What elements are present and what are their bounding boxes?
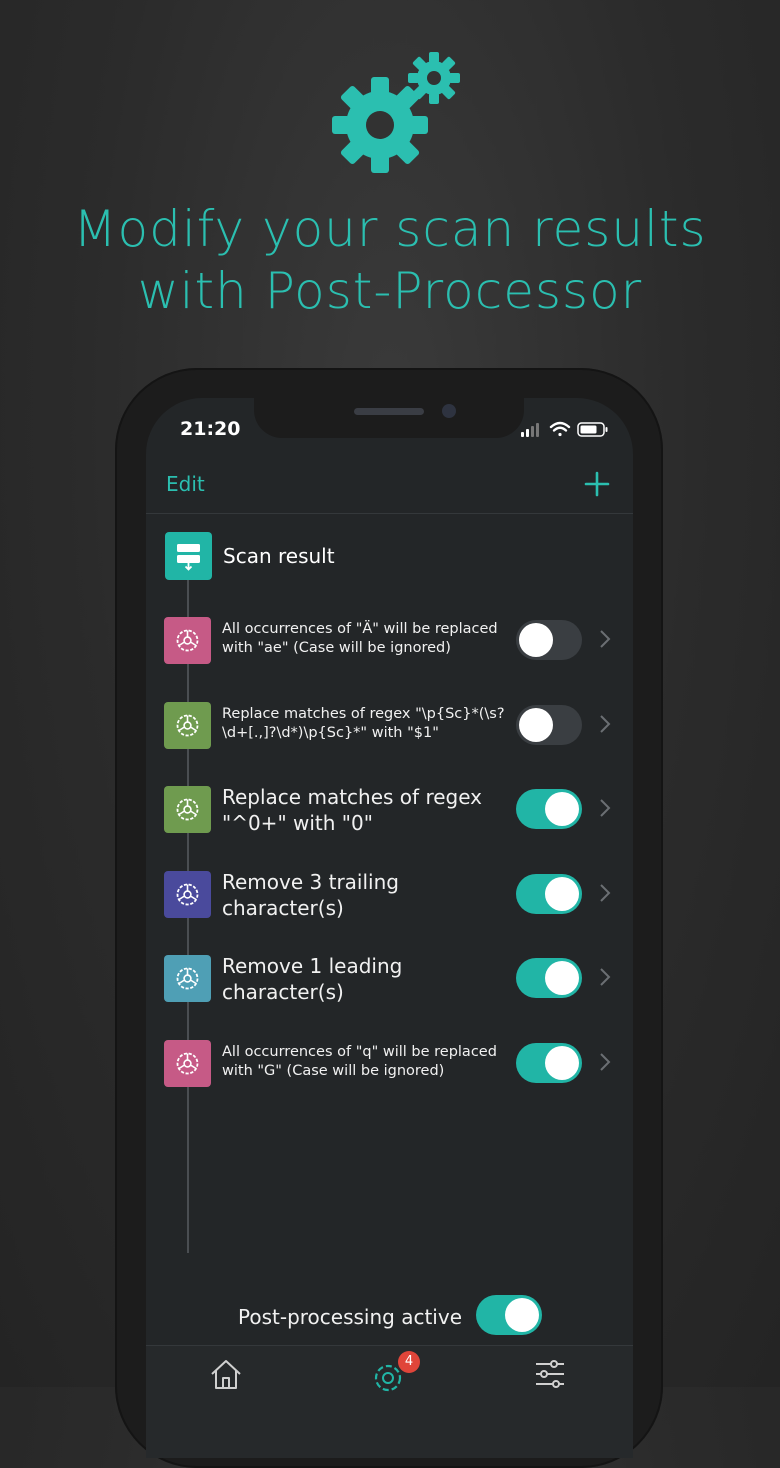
notch	[254, 398, 524, 438]
toggle-knob	[545, 876, 579, 911]
headline: Modify your scan results with Post-Proce…	[0, 198, 780, 322]
rule-row[interactable]: Replace matches of regex "\p{Sc}*(\s?\d+…	[146, 701, 633, 772]
chevron-right-icon[interactable]	[598, 966, 612, 988]
notification-badge: 4	[398, 1351, 420, 1373]
rule-description: Remove 3 trailing character(s)	[222, 869, 399, 920]
chevron-right-icon[interactable]	[598, 713, 612, 735]
headline-line-2: with Post-Processor	[137, 262, 643, 320]
rule-gear-icon	[164, 786, 211, 833]
gears-icon	[332, 52, 460, 173]
speaker	[354, 408, 424, 415]
rule-gear-icon	[164, 870, 211, 918]
post-processing-toggle[interactable]	[476, 1295, 542, 1335]
rule-row[interactable]: Remove 1 leading character(s)	[146, 954, 633, 1025]
post-processing-label: Post-processing active	[238, 1305, 462, 1329]
rule-toggle[interactable]	[516, 958, 582, 998]
rule-description: Replace matches of regex "\p{Sc}*(\s?\d+…	[222, 705, 505, 741]
rule-row[interactable]: Replace matches of regex "^0+" with "0"	[146, 785, 633, 856]
battery-icon	[577, 422, 608, 437]
rule-toggle[interactable]	[516, 704, 582, 745]
toggle-knob	[545, 961, 579, 995]
signal-icon	[521, 423, 539, 437]
chevron-right-icon[interactable]	[598, 628, 612, 650]
camera	[442, 404, 456, 418]
rule-toggle[interactable]	[516, 873, 582, 914]
rule-gear-icon	[164, 701, 211, 749]
rule-toggle[interactable]	[516, 620, 582, 660]
rule-toggle[interactable]	[516, 1042, 582, 1083]
wifi-icon	[549, 421, 571, 437]
rule-gear-icon	[164, 617, 211, 664]
headline-line-1: Modify your scan results	[73, 200, 707, 258]
rule-gear-icon	[164, 955, 211, 1002]
chevron-right-icon[interactable]	[598, 797, 612, 819]
toggle-knob	[545, 1045, 579, 1080]
status-icons	[521, 421, 608, 437]
rule-description: All occurrences of "q" will be replaced …	[222, 1043, 497, 1079]
rule-description: All occurrences of "Ä" will be replaced …	[222, 621, 498, 656]
rule-description: Remove 1 leading character(s)	[222, 954, 403, 1004]
rule-row[interactable]: All occurrences of "q" will be replaced …	[146, 1039, 633, 1110]
plus-icon[interactable]	[583, 470, 611, 498]
chevron-right-icon[interactable]	[598, 1051, 612, 1073]
rule-gear-icon	[164, 1039, 211, 1087]
toggle-knob	[505, 1298, 539, 1332]
toggle-knob	[519, 707, 553, 742]
navbar: Edit	[146, 458, 633, 514]
status-time: 21:20	[180, 418, 241, 440]
rule-row[interactable]: Remove 3 trailing character(s)	[146, 869, 633, 941]
chevron-right-icon[interactable]	[598, 882, 612, 904]
rule-toggle[interactable]	[516, 789, 582, 829]
rule-row[interactable]: All occurrences of "Ä" will be replaced …	[146, 617, 633, 687]
tab-bar: 4	[146, 1345, 633, 1458]
toggle-knob	[519, 623, 553, 657]
rule-description: Replace matches of regex "^0+" with "0"	[222, 785, 483, 835]
toggle-knob	[545, 792, 579, 826]
scan-result-label: Scan result	[223, 544, 335, 568]
scan-result-icon	[165, 532, 212, 580]
phone-screen: 21:20 Edit Scan result All occurrences o…	[146, 398, 633, 1458]
edit-button[interactable]: Edit	[166, 472, 205, 496]
